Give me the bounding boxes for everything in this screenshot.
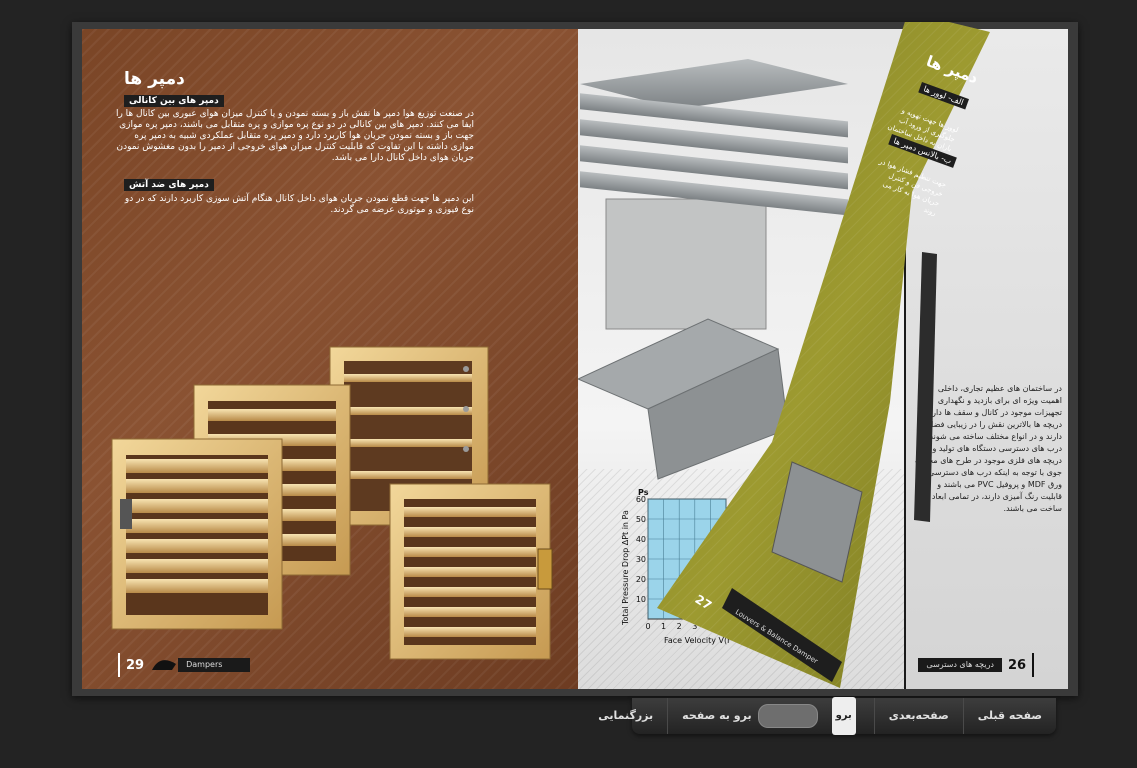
chart-y-tick-label: 30 xyxy=(636,555,646,564)
right-page[interactable]: Ps 10 20 30 40 50 60 012345 Total Pressure Dr… xyxy=(578,29,1068,689)
chart-ylabel: Total Pressure Drop ΔPt in Pa xyxy=(621,510,630,626)
page-toolbar: صفحه قبلی صفحه‌بعدی برو به صفحه برو بزرگ… xyxy=(598,697,1056,735)
dampers-illustration xyxy=(111,346,553,660)
chart-x-ticks: 0 1 2 3 4 5 xyxy=(645,622,728,631)
damper-front-left xyxy=(111,438,283,630)
flipbook-viewer: دمپر ها دمپر های بین کانالی در صنعت توزی… xyxy=(72,22,1078,696)
chart-y-ticks: 10 20 30 40 50 60 xyxy=(636,495,646,604)
chart-x-tick-label: 4 xyxy=(708,622,713,631)
zoom-button[interactable]: بزرگنمایی xyxy=(584,698,667,734)
prev-page-button[interactable]: صفحه قبلی xyxy=(962,698,1056,734)
chart-x-tick-label: 2 xyxy=(677,622,682,631)
go-button[interactable]: برو xyxy=(831,697,856,735)
goto-page-input[interactable] xyxy=(757,704,818,728)
louver-illustration xyxy=(578,59,848,480)
damper-front-right xyxy=(389,483,553,660)
page-footer: دریچه های دسترسی 26 xyxy=(918,653,1035,677)
next-page-button[interactable]: صفحه‌بعدی xyxy=(873,698,963,734)
chart-xlabel: Face Velocity V(m xyxy=(664,636,730,645)
pressure-chart: Ps 102030405060 012345 Total Pressure Dr… xyxy=(621,488,730,645)
chart-y-tick-label: 60 xyxy=(636,495,646,504)
footer-divider xyxy=(118,653,120,677)
chart-x-tick-label: 1 xyxy=(661,622,666,631)
chart-y-tick-label: 40 xyxy=(636,535,646,544)
page-number: 29 xyxy=(126,657,145,673)
footer-label: Dampers xyxy=(178,658,251,672)
chart-x-tick-label: 5 xyxy=(723,622,728,631)
chart-y-tick-label: 50 xyxy=(636,515,646,524)
page-number: 26 xyxy=(1008,657,1027,673)
chart-x-tick-label: 3 xyxy=(692,622,697,631)
footer-divider xyxy=(1032,653,1035,677)
goto-page-group: برو به صفحه برو xyxy=(667,697,874,735)
footer-label: دریچه های دسترسی xyxy=(918,658,1002,672)
chart-x-tick-label: 0 xyxy=(645,622,650,631)
chart-y-tick-label: 10 xyxy=(636,595,646,604)
goto-page-label: برو به صفحه xyxy=(682,709,752,722)
access-door-text: در ساختمان های عظیم تجاری، داخلی اهمیت و… xyxy=(914,384,1062,513)
page-footer: 29 Dampers xyxy=(118,653,251,677)
chart-y-tick-label: 20 xyxy=(636,575,646,584)
logo-icon xyxy=(150,654,178,676)
left-page[interactable]: دمپر ها دمپر های بین کانالی در صنعت توزی… xyxy=(82,29,578,689)
